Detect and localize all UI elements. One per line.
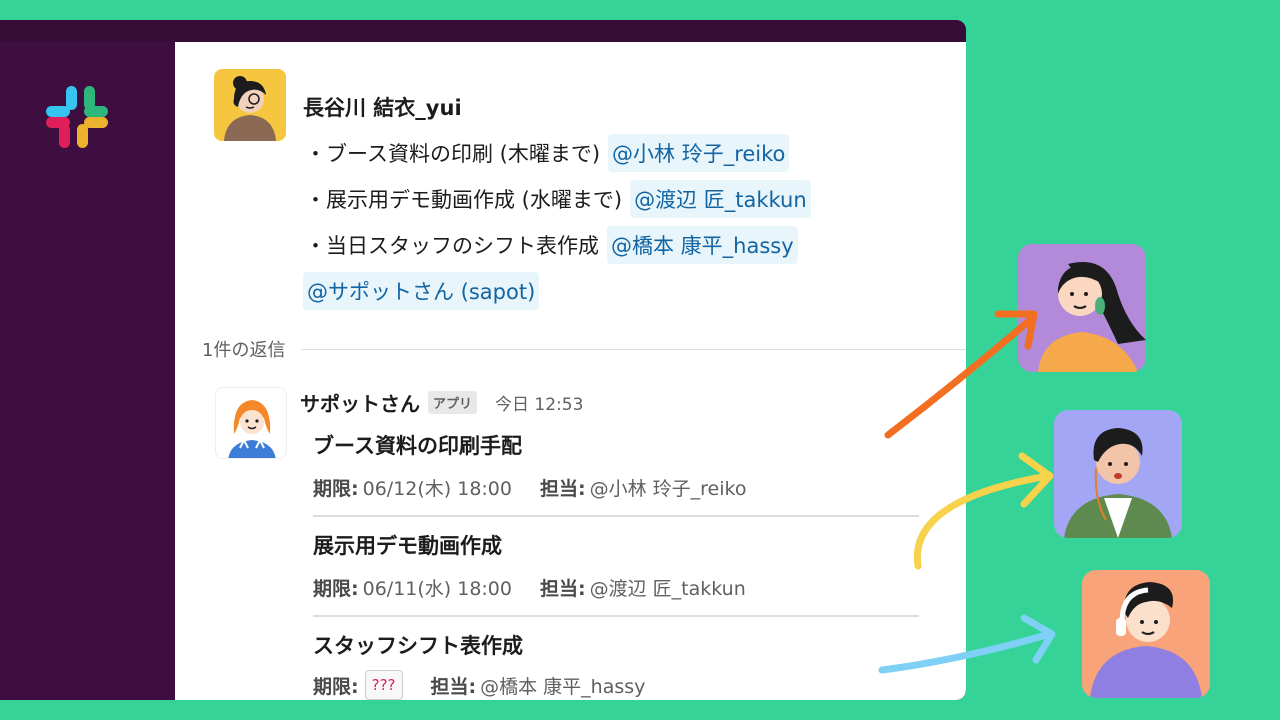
task-title: ブース資料の印刷手配 (313, 434, 522, 458)
task-line-1: ・ブース資料の印刷 (木曜まで) @小林 玲子_reiko (305, 134, 790, 172)
slack-window: 長谷川 結衣_yui ・ブース資料の印刷 (木曜まで) @小林 玲子_reiko… (0, 20, 966, 700)
deadline-unknown-badge: ??? (364, 670, 403, 700)
bot-mention-line: @サポットさん (sapot) (303, 272, 540, 310)
task-meta: 期限: 06/12(木) 18:00 担当: @小林 玲子_reiko (313, 474, 919, 501)
assignee-label: 担当: (539, 578, 586, 600)
sender-name[interactable]: 長谷川 結衣_yui (303, 92, 462, 122)
reply-timestamp[interactable]: 今日 12:53 (495, 390, 583, 415)
assignee-value[interactable]: @小林 玲子_reiko (590, 474, 747, 501)
task-separator (313, 515, 919, 517)
slack-logo[interactable] (44, 84, 110, 150)
woman-earrings-avatar-icon (1018, 244, 1146, 372)
task-line-3: ・当日スタッフのシフト表作成 @橋本 康平_hassy (305, 226, 798, 264)
task-line-text: ・当日スタッフのシフト表作成 (305, 234, 599, 258)
thread-replies-divider[interactable]: 1件の返信 (202, 336, 966, 362)
sidebar (0, 42, 175, 700)
mention-link[interactable]: @橋本 康平_hassy (607, 226, 798, 264)
task-card: ブース資料の印刷手配 期限: 06/12(木) 18:00 担当: @小林 玲子… (313, 430, 919, 517)
app-badge: アプリ (428, 391, 478, 414)
deadline-label: 期限: (313, 478, 359, 500)
deadline-label: 期限: (313, 578, 359, 600)
title-bar (0, 20, 966, 42)
task-card: スタッフシフト表作成 期限: ??? 担当: @橋本 康平_hassy (313, 630, 919, 700)
assignee-value[interactable]: @渡辺 匠_takkun (590, 574, 746, 601)
mention-link[interactable]: @小林 玲子_reiko (608, 134, 790, 172)
task-meta: 期限: ??? 担当: @橋本 康平_hassy (313, 670, 919, 700)
bot-name[interactable]: サポットさん (300, 388, 420, 417)
assignee-label: 担当: (430, 675, 477, 698)
mention-link[interactable]: @渡辺 匠_takkun (630, 180, 811, 218)
task-line-text: ・展示用デモ動画作成 (水曜まで) (305, 188, 623, 212)
deadline-label: 期限: (313, 675, 359, 698)
woman-avatar-icon[interactable] (214, 69, 286, 141)
task-card: 展示用デモ動画作成 期限: 06/11(水) 18:00 担当: @渡辺 匠_t… (313, 530, 919, 617)
assignee-value[interactable]: @橋本 康平_hassy (480, 672, 645, 699)
bot-mention-link[interactable]: @サポットさん (sapot) (303, 272, 540, 310)
man-green-jacket-avatar-icon (1054, 410, 1182, 538)
divider-line (301, 348, 966, 350)
task-meta: 期限: 06/11(水) 18:00 担当: @渡辺 匠_takkun (313, 574, 919, 601)
task-title: 展示用デモ動画作成 (313, 534, 502, 558)
deadline-value: 06/12(木) 18:00 (362, 478, 512, 500)
message-pane: 長谷川 結衣_yui ・ブース資料の印刷 (木曜まで) @小林 玲子_reiko… (175, 42, 966, 700)
task-separator (313, 615, 919, 617)
task-title: スタッフシフト表作成 (313, 634, 523, 658)
task-line-text: ・ブース資料の印刷 (木曜まで) (305, 142, 601, 166)
replies-count[interactable]: 1件の返信 (202, 336, 285, 362)
bot-girl-avatar-icon[interactable] (215, 387, 287, 459)
man-headphones-avatar-icon (1082, 570, 1210, 698)
task-line-2: ・展示用デモ動画作成 (水曜まで) @渡辺 匠_takkun (305, 180, 811, 218)
reply-header: サポットさん アプリ 今日 12:53 (300, 388, 583, 417)
deadline-value: 06/11(水) 18:00 (362, 578, 512, 600)
assignee-label: 担当: (539, 478, 586, 500)
